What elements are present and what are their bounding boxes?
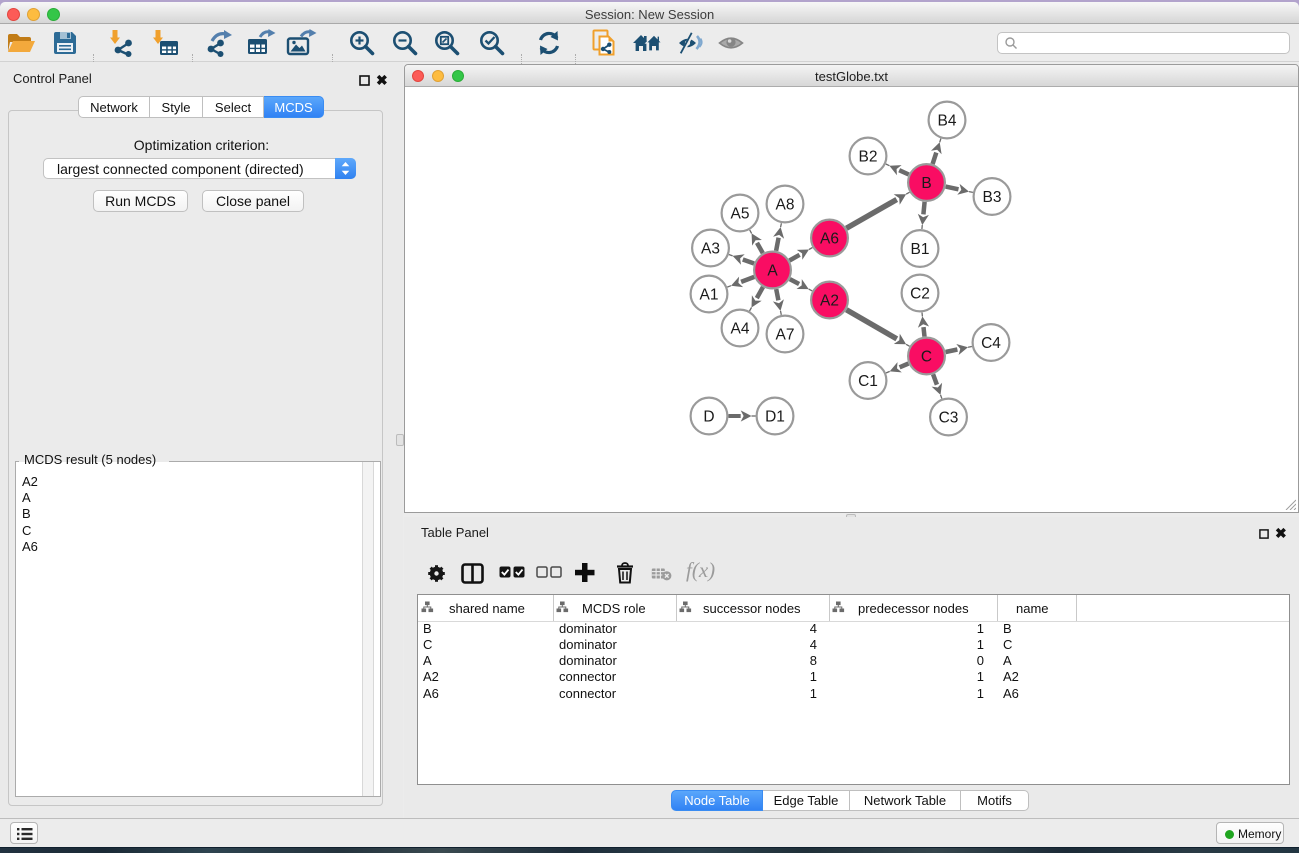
svg-text:C2: C2: [910, 286, 930, 303]
svg-text:A7: A7: [776, 327, 795, 344]
svg-text:C1: C1: [858, 373, 878, 390]
svg-text:D: D: [703, 409, 714, 426]
svg-text:C4: C4: [981, 335, 1001, 352]
svg-text:B3: B3: [983, 189, 1002, 206]
svg-text:A1: A1: [700, 287, 719, 304]
svg-text:D1: D1: [765, 409, 785, 426]
svg-text:B: B: [921, 175, 931, 192]
svg-text:A: A: [767, 263, 778, 280]
svg-text:B1: B1: [911, 241, 930, 258]
svg-text:C: C: [921, 349, 932, 366]
svg-text:C3: C3: [939, 410, 959, 427]
svg-text:A4: A4: [731, 321, 750, 338]
svg-text:B2: B2: [859, 149, 878, 166]
svg-text:A8: A8: [776, 197, 795, 214]
svg-text:A5: A5: [731, 206, 750, 223]
svg-text:B4: B4: [938, 113, 957, 130]
svg-text:A2: A2: [820, 293, 839, 310]
svg-text:A6: A6: [820, 231, 839, 248]
svg-text:A3: A3: [701, 241, 720, 258]
